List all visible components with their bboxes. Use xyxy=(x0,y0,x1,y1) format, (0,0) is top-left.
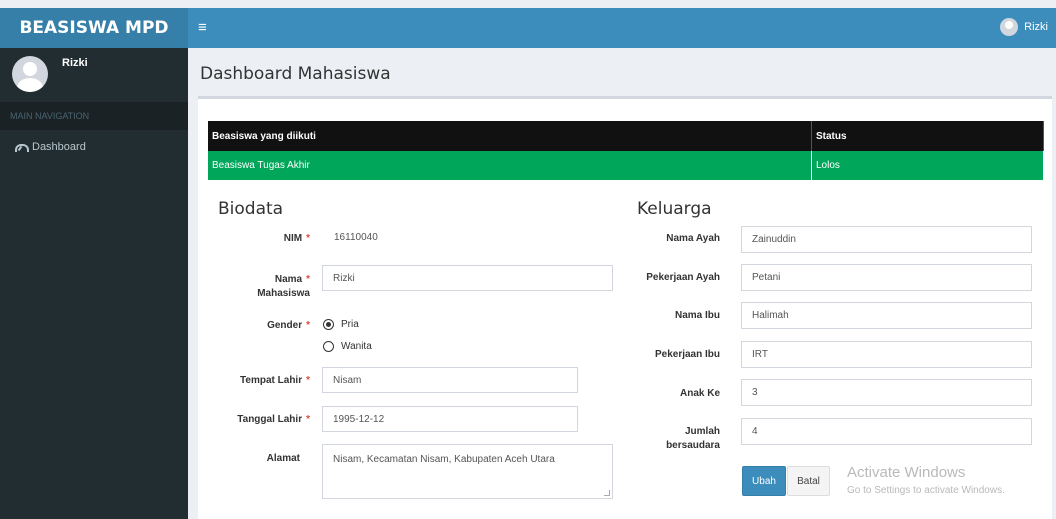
scholarship-table: Beasiswa yang diikuti Status Beasiswa Tu… xyxy=(208,121,1044,180)
keluarga-title: Keluarga xyxy=(637,199,712,219)
tanggal-lahir-label: Tanggal Lahir * xyxy=(237,414,310,425)
table-header-row: Beasiswa yang diikuti Status xyxy=(208,121,1044,151)
jumlah-bersaudara-label: Jumlah bersaudara xyxy=(666,426,720,451)
gender-radio-pria[interactable]: Pria xyxy=(323,319,359,330)
user-avatar-icon xyxy=(1000,18,1019,36)
radio-unselected-icon xyxy=(323,341,334,352)
nim-value: 16110040 xyxy=(334,232,378,243)
alamat-textarea[interactable]: Nisam, Kecamatan Nisam, Kabupaten Aceh U… xyxy=(322,444,613,499)
nama-label: Nama * Mahasiswa xyxy=(257,274,310,299)
sidebar-user-name: Rizki xyxy=(62,57,88,69)
nama-mahasiswa-input[interactable]: Rizki xyxy=(322,265,613,291)
tanggal-lahir-input[interactable]: 1995-12-12 xyxy=(322,406,578,432)
menu-toggle-icon[interactable]: ≡ xyxy=(198,20,207,36)
tempat-lahir-input[interactable]: Nisam xyxy=(322,367,578,393)
tempat-lahir-label: Tempat Lahir * xyxy=(240,375,310,386)
column-header: Beasiswa yang diikuti xyxy=(208,121,812,151)
alamat-value: Nisam, Kecamatan Nisam, Kabupaten Aceh U… xyxy=(333,454,555,465)
dashboard-icon xyxy=(14,141,29,153)
gender-label: Gender * xyxy=(267,320,310,331)
pekerjaan-ibu-input[interactable]: IRT xyxy=(741,341,1032,368)
nama-ayah-label: Nama Ayah xyxy=(666,233,720,244)
activate-windows-watermark: Activate Windows xyxy=(847,464,966,481)
biodata-title: Biodata xyxy=(218,199,284,219)
alamat-label: Alamat xyxy=(266,453,300,464)
gender-radio-wanita[interactable]: Wanita xyxy=(323,341,372,352)
app-logo[interactable]: BEASISWA MPD xyxy=(0,8,188,48)
sidebar-nav-header: MAIN NAVIGATION xyxy=(0,102,188,130)
table-cell: Lolos xyxy=(811,151,1044,180)
resize-handle-icon[interactable] xyxy=(604,490,610,496)
user-menu-name: Rizki xyxy=(1024,21,1048,33)
pekerjaan-ibu-label: Pekerjaan Ibu xyxy=(654,349,720,360)
anak-ke-input[interactable]: 3 xyxy=(741,379,1032,406)
jumlah-bersaudara-input[interactable]: 4 xyxy=(741,418,1032,445)
sidebar-item-dashboard[interactable]: Dashboard xyxy=(0,136,188,158)
page-title: Dashboard Mahasiswa xyxy=(200,64,391,84)
sidebar-user-panel: Rizki xyxy=(0,48,188,100)
sidebar-item-label: Dashboard xyxy=(32,141,86,153)
nama-ibu-label: Nama Ibu xyxy=(674,310,720,321)
table-cell: Beasiswa Tugas Akhir xyxy=(208,151,812,180)
pekerjaan-ayah-input[interactable]: Petani xyxy=(741,264,1032,291)
pekerjaan-ayah-label: Pekerjaan Ayah xyxy=(646,272,720,283)
nim-label: NIM * xyxy=(283,233,310,244)
column-header: Status xyxy=(811,121,1044,151)
nama-ayah-input[interactable]: Zainuddin xyxy=(741,226,1032,253)
table-row: Beasiswa Tugas Akhir Lolos xyxy=(208,151,1044,180)
sidebar: Rizki MAIN NAVIGATION Dashboard xyxy=(0,48,188,519)
sidebar-avatar-icon xyxy=(12,56,48,92)
nama-ibu-input[interactable]: Halimah xyxy=(741,302,1032,329)
anak-ke-label: Anak Ke xyxy=(679,388,720,399)
content-header: Dashboard Mahasiswa xyxy=(188,48,1056,96)
radio-selected-icon xyxy=(323,319,334,330)
activate-windows-hint: Go to Settings to activate Windows. xyxy=(847,485,1005,496)
ubah-button[interactable]: Ubah xyxy=(742,466,786,496)
top-navbar: ≡ Rizki xyxy=(188,8,1056,48)
batal-button[interactable]: Batal xyxy=(787,466,830,496)
user-menu[interactable]: Rizki xyxy=(1000,18,1048,36)
